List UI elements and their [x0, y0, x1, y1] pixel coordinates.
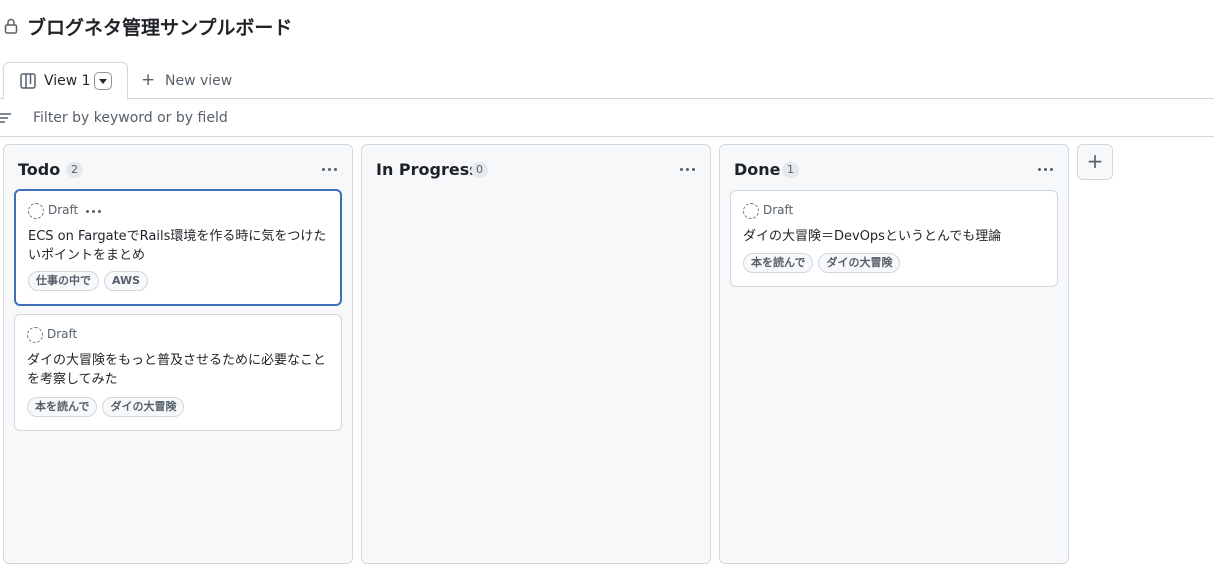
label-chip[interactable]: ダイの大冒険 [102, 397, 185, 417]
filter-icon [0, 113, 11, 123]
tab-view-1[interactable]: View 1 [3, 62, 128, 100]
card-title[interactable]: ダイの大冒険＝DevOpsというとんでも理論 [743, 227, 1047, 246]
draft-issue-icon [28, 203, 44, 219]
card[interactable]: Draft ECS on FargateでRails環境を作る時に気をつけたいポ… [14, 189, 342, 306]
page-header: ブログネタ管理サンプルボード [0, 0, 1214, 54]
card-title[interactable]: ECS on FargateでRails環境を作る時に気をつけたいポイントをまと… [28, 227, 332, 265]
column-title: Done [734, 160, 781, 179]
plus-icon: + [141, 70, 156, 90]
column-menu-icon[interactable] [1036, 159, 1056, 179]
column-done: Done 1 Draft ダイの大冒険＝DevOpsというとんでも理論 本を読ん… [719, 144, 1069, 564]
column-count-badge: 0 [471, 162, 488, 178]
page-title: ブログネタ管理サンプルボード [27, 17, 293, 39]
column-count-badge: 1 [782, 162, 799, 178]
filter-bar: Filter by keyword or by field [0, 100, 1214, 137]
column-menu-icon[interactable] [678, 159, 698, 179]
column-menu-icon[interactable] [320, 159, 340, 179]
view-tabs: View 1 + New view [0, 62, 1214, 100]
card-title[interactable]: ダイの大冒険をもっと普及させるために必要なことを考察してみた [27, 351, 331, 389]
view-options-dropdown[interactable] [94, 72, 112, 90]
column-title: In Progress [376, 160, 479, 179]
card-labels: 仕事の中で AWS [28, 271, 149, 291]
label-chip[interactable]: AWS [104, 271, 149, 291]
card-menu-icon[interactable] [84, 203, 104, 219]
card-labels: 本を読んで ダイの大冒険 [743, 253, 901, 273]
board: Todo 2 Draft ECS on FargateでRails環境を作る時に… [0, 137, 1214, 564]
column-title: Todo [18, 160, 61, 179]
card-status: Draft [763, 203, 794, 217]
new-view-label: New view [165, 73, 233, 89]
label-chip[interactable]: ダイの大冒険 [818, 253, 901, 273]
column-todo: Todo 2 Draft ECS on FargateでRails環境を作る時に… [3, 144, 353, 564]
card[interactable]: Draft ダイの大冒険＝DevOpsというとんでも理論 本を読んで ダイの大冒… [730, 190, 1058, 287]
draft-issue-icon [743, 203, 759, 219]
label-chip[interactable]: 本を読んで [743, 253, 814, 273]
label-chip[interactable]: 本を読んで [27, 397, 98, 417]
card-status: Draft [47, 327, 78, 341]
filter-input[interactable]: Filter by keyword or by field [33, 110, 228, 126]
card-labels: 本を読んで ダイの大冒険 [27, 397, 185, 417]
add-column-button[interactable]: + [1077, 144, 1113, 180]
tab-label: View 1 [44, 73, 91, 89]
draft-issue-icon [27, 327, 43, 343]
card[interactable]: Draft ダイの大冒険をもっと普及させるために必要なことを考察してみた 本を読… [14, 314, 342, 431]
column-count-badge: 2 [66, 162, 83, 178]
project-board-icon [20, 73, 36, 89]
lock-icon [4, 18, 18, 34]
label-chip[interactable]: 仕事の中で [28, 271, 99, 291]
column-in-progress: In Progress 0 [361, 144, 711, 564]
card-status: Draft [48, 203, 79, 217]
